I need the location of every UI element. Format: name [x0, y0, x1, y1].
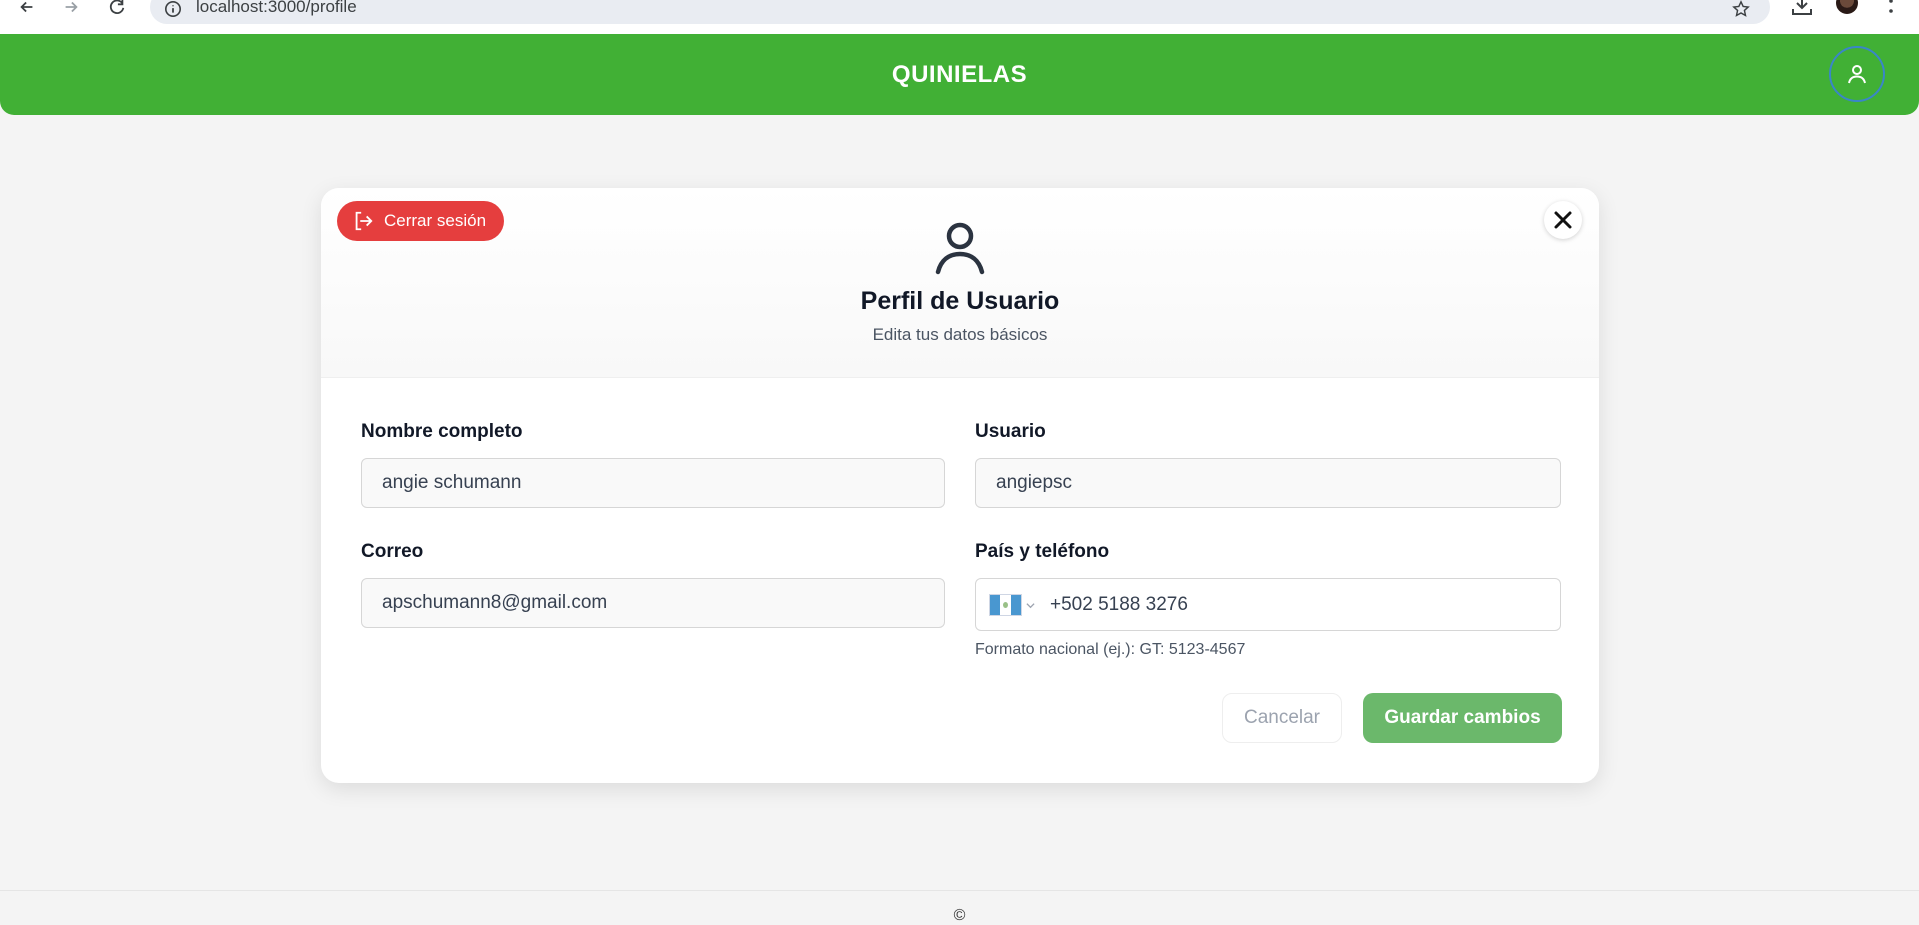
page-subtitle: Edita tus datos básicos: [872, 325, 1048, 344]
address-bar[interactable]: localhost:3000/profile: [150, 0, 1770, 24]
guatemala-flag-icon: [989, 594, 1022, 616]
close-icon: [1554, 211, 1572, 229]
menu-dots-icon[interactable]: [1888, 0, 1894, 14]
brand-title[interactable]: QUINIELAS: [0, 61, 1919, 89]
forward-arrow-icon[interactable]: [59, 0, 83, 14]
chevron-down-icon: [1026, 602, 1035, 608]
username-label: Usuario: [975, 421, 1046, 442]
close-button[interactable]: [1544, 201, 1582, 239]
phone-field: [975, 578, 1561, 631]
back-arrow-icon[interactable]: [15, 0, 39, 14]
user-icon: [935, 222, 985, 275]
full-name-input[interactable]: [361, 458, 945, 508]
save-button[interactable]: Guardar cambios: [1363, 693, 1562, 743]
page-footer: ©: [0, 890, 1919, 925]
profile-card: Cerrar sesión Perfil de Usuario Edita tu…: [321, 188, 1599, 783]
logout-button[interactable]: Cerrar sesión: [337, 201, 505, 241]
phone-input[interactable]: [1050, 579, 1550, 630]
copyright-text: ©: [953, 907, 966, 924]
full-name-label: Nombre completo: [361, 421, 523, 442]
url-text[interactable]: localhost:3000/profile: [196, 0, 357, 17]
cancel-button[interactable]: Cancelar: [1222, 693, 1342, 743]
info-icon[interactable]: [164, 0, 182, 18]
phone-label: País y teléfono: [975, 541, 1110, 562]
download-icon[interactable]: [1791, 0, 1813, 16]
email-input[interactable]: [361, 578, 945, 628]
logout-icon: [355, 211, 373, 231]
phone-format-hint: Formato nacional (ej.): GT: 5123-4567: [975, 641, 1246, 658]
user-menu-button[interactable]: [1829, 46, 1885, 102]
email-label: Correo: [361, 541, 424, 562]
logout-label: Cerrar sesión: [384, 211, 487, 230]
reload-icon[interactable]: [105, 0, 129, 14]
profile-avatar-icon[interactable]: [1836, 0, 1858, 14]
app-header: QUINIELAS: [0, 34, 1919, 115]
bookmark-star-icon[interactable]: [1732, 0, 1750, 18]
country-select[interactable]: [989, 593, 1037, 617]
page-title: Perfil de Usuario: [860, 287, 1060, 315]
profile-card-header: Cerrar sesión Perfil de Usuario Edita tu…: [321, 188, 1599, 378]
user-icon: [1848, 65, 1866, 84]
browser-toolbar: localhost:3000/profile: [0, 0, 1919, 34]
username-input[interactable]: [975, 458, 1561, 508]
